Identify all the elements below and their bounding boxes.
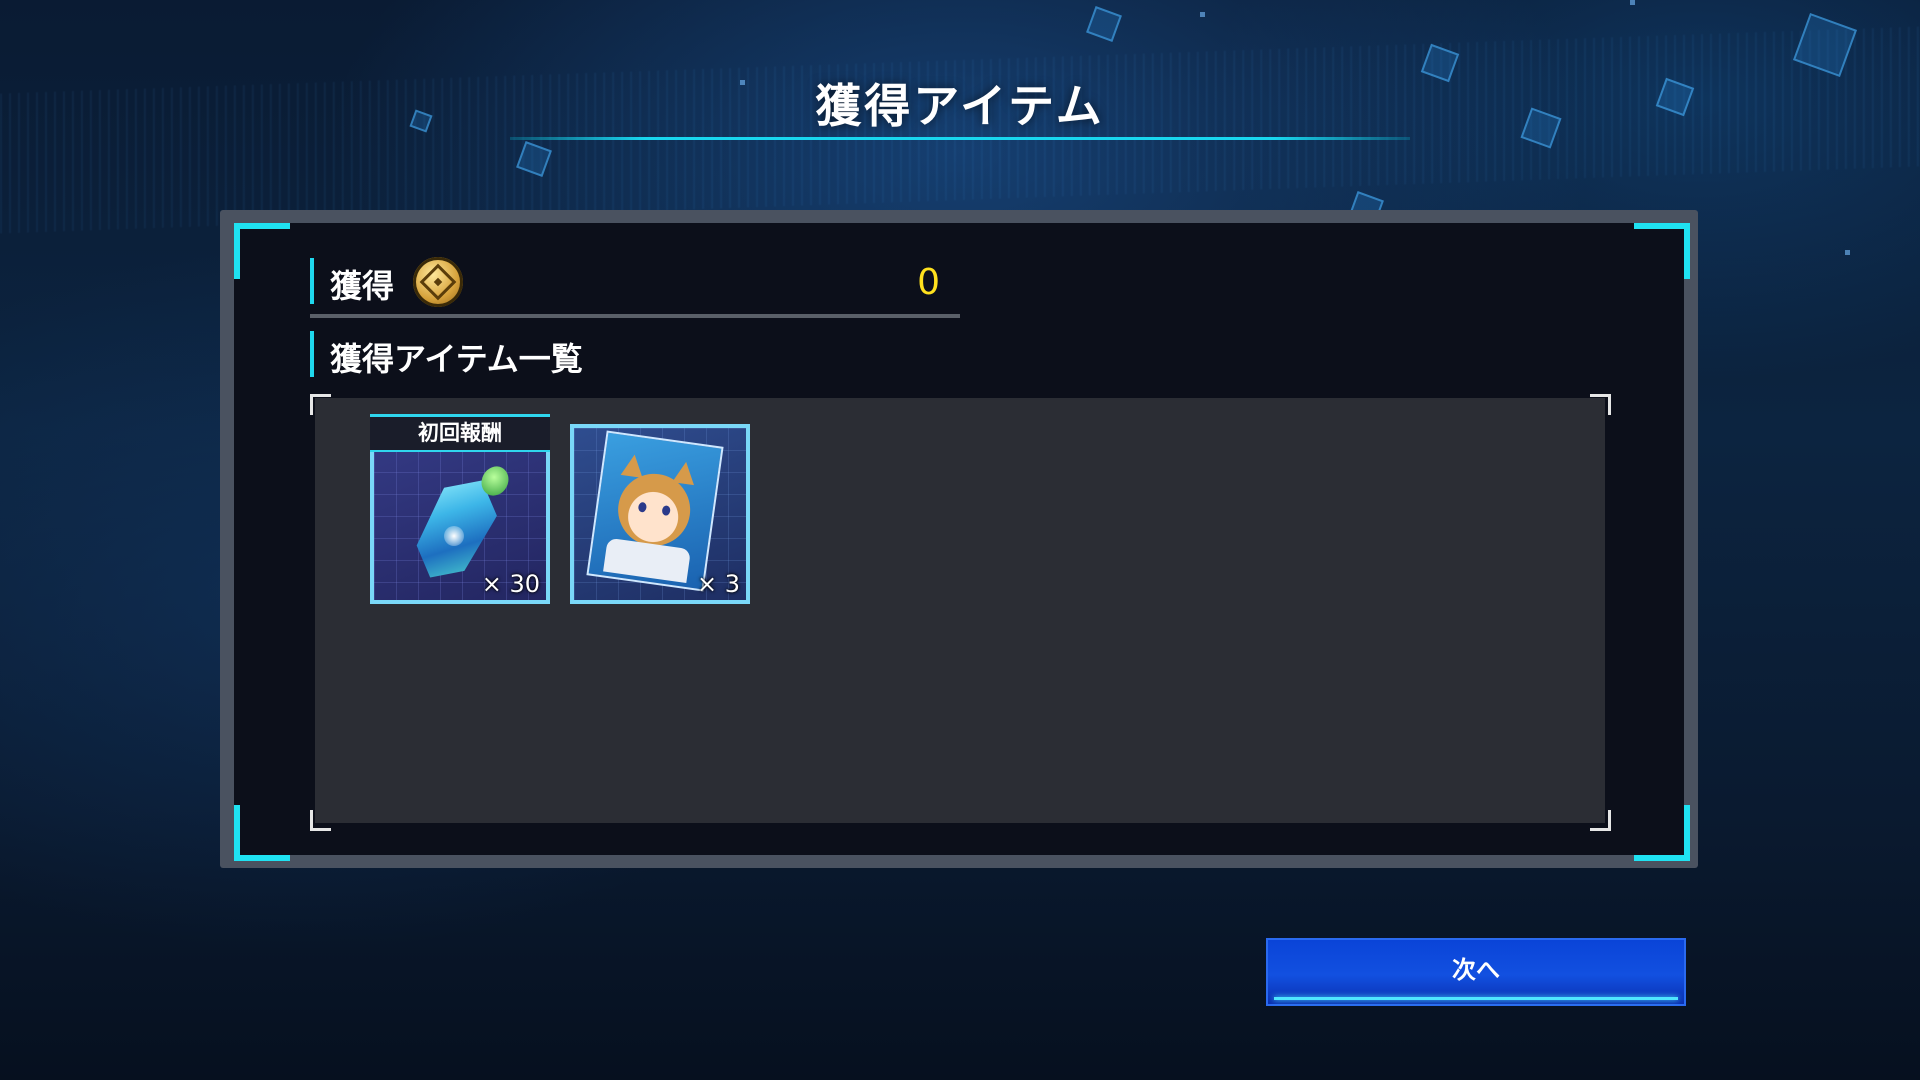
title-underline — [510, 137, 1410, 140]
reward-label: 獲得 — [330, 267, 395, 305]
item-list-accent-bar — [310, 331, 314, 377]
background-dot — [1845, 250, 1850, 255]
button-glow-line — [1274, 997, 1678, 1000]
panel-corner-accent — [234, 805, 290, 861]
character-card-icon — [586, 430, 724, 592]
item-character-card[interactable]: × 3 — [570, 424, 750, 604]
item-list-heading: 獲得アイテム一覧 — [330, 340, 583, 378]
list-corner-bracket — [1590, 810, 1611, 831]
item-quantity: × 30 — [481, 570, 540, 598]
first-clear-reward-tag: 初回報酬 — [370, 414, 550, 452]
item-quantity: × 3 — [696, 570, 740, 598]
background-cube — [1086, 6, 1122, 42]
reward-accent-bar — [310, 258, 314, 304]
next-button[interactable]: 次へ — [1266, 938, 1686, 1006]
panel-corner-accent — [234, 223, 290, 279]
background-dot — [1630, 0, 1635, 5]
crystal-glow — [444, 526, 464, 546]
list-corner-bracket — [310, 394, 331, 415]
gold-coin-icon — [413, 257, 463, 307]
panel-corner-accent — [1634, 223, 1690, 279]
list-corner-bracket — [310, 810, 331, 831]
list-corner-bracket — [1590, 394, 1611, 415]
reward-amount: 0 — [917, 262, 940, 303]
reward-divider — [310, 314, 960, 318]
next-button-label: 次へ — [1452, 956, 1500, 984]
background-dot — [1200, 12, 1205, 17]
panel-corner-accent — [1634, 805, 1690, 861]
screen-title: 獲得アイテム — [815, 79, 1105, 133]
